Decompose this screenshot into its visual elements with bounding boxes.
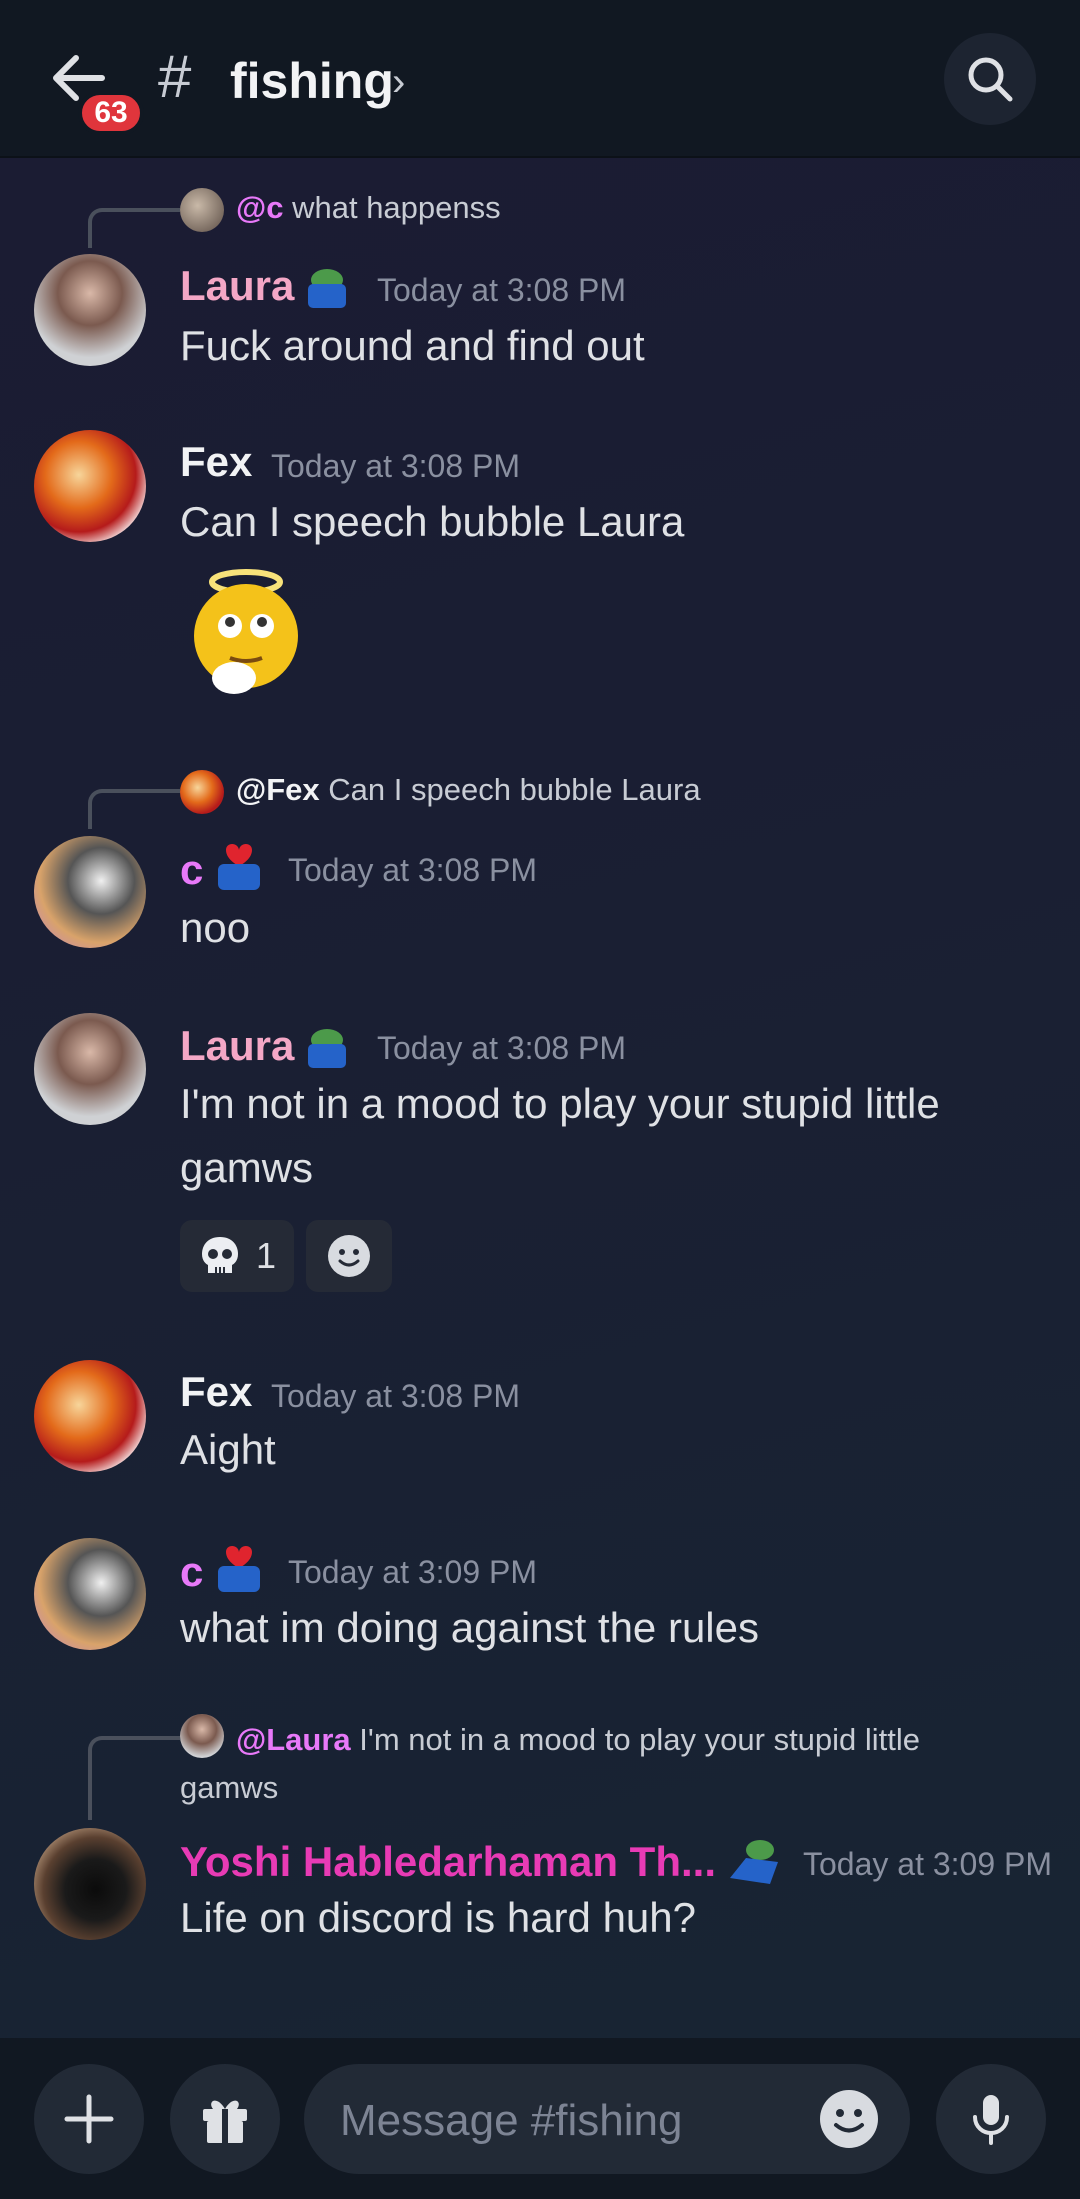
app-root: 63 # fishing › @c what happenss Laura To… bbox=[0, 0, 1080, 2199]
avatar[interactable] bbox=[34, 1538, 146, 1650]
message-text: I'm not in a mood to play your stupid li… bbox=[180, 1080, 940, 1191]
message-text: Life on discord is hard huh? bbox=[180, 1894, 696, 1941]
role-icon bbox=[308, 269, 346, 308]
angel-emoji-sticker[interactable] bbox=[186, 560, 306, 700]
message-text: Can I speech bubble Laura bbox=[180, 498, 685, 545]
search-icon bbox=[968, 57, 1013, 102]
reply-connector bbox=[88, 208, 180, 248]
gift-button[interactable] bbox=[170, 2064, 280, 2174]
avatar[interactable] bbox=[34, 254, 146, 366]
message-text: noo bbox=[180, 904, 251, 951]
username[interactable]: Fex bbox=[180, 438, 252, 486]
message-placeholder: Message #fishing bbox=[340, 2096, 683, 2145]
message-input[interactable]: Message #fishing bbox=[304, 2064, 910, 2174]
search-button[interactable] bbox=[944, 33, 1036, 125]
timestamp: Today at 3:09 PM bbox=[288, 1554, 538, 1590]
reply-connector bbox=[88, 789, 180, 829]
role-icon bbox=[730, 1840, 778, 1884]
role-icon bbox=[218, 1546, 260, 1592]
add-attachment-button[interactable] bbox=[34, 2064, 144, 2174]
channel-header: 63 # fishing › bbox=[0, 0, 1080, 158]
chevron-right-icon[interactable]: › bbox=[392, 60, 405, 105]
reply-preview[interactable]: @Laura I'm not in a mood to play your st… bbox=[180, 1716, 1000, 1812]
role-icon bbox=[218, 844, 260, 890]
username[interactable]: c bbox=[180, 846, 203, 894]
timestamp: Today at 3:08 PM bbox=[377, 272, 627, 308]
avatar[interactable] bbox=[34, 1360, 146, 1472]
reply-avatar bbox=[180, 188, 224, 232]
emoji-picker-icon[interactable] bbox=[818, 2088, 880, 2150]
gift-icon bbox=[203, 2100, 247, 2143]
timestamp: Today at 3:09 PM bbox=[803, 1846, 1053, 1882]
username[interactable]: Yoshi Habledarhaman Th... bbox=[180, 1838, 716, 1886]
hash-icon: # bbox=[158, 43, 192, 110]
avatar[interactable] bbox=[34, 836, 146, 948]
timestamp: Today at 3:08 PM bbox=[288, 852, 538, 888]
reply-connector bbox=[88, 1736, 180, 1820]
username[interactable]: Laura bbox=[180, 262, 294, 310]
username[interactable]: Fex bbox=[180, 1368, 252, 1416]
add-reaction-button[interactable] bbox=[306, 1220, 393, 1292]
role-icon bbox=[308, 1029, 346, 1068]
reaction-count: 1 bbox=[256, 1235, 277, 1276]
avatar[interactable] bbox=[34, 1013, 146, 1125]
reply-preview[interactable]: @Fex Can I speech bubble Laura bbox=[236, 772, 701, 808]
reply-avatar bbox=[180, 770, 224, 814]
reply-preview[interactable]: @c what happenss bbox=[236, 190, 501, 226]
timestamp: Today at 3:08 PM bbox=[271, 1378, 521, 1414]
username[interactable]: Laura bbox=[180, 1022, 294, 1070]
message-text: what im doing against the rules bbox=[180, 1604, 759, 1651]
plus-icon bbox=[64, 2094, 114, 2144]
timestamp: Today at 3:08 PM bbox=[271, 448, 521, 484]
voice-message-button[interactable] bbox=[936, 2064, 1046, 2174]
channel-title[interactable]: fishing bbox=[230, 52, 394, 110]
reaction-skull[interactable]: 1 bbox=[180, 1220, 295, 1292]
timestamp: Today at 3:08 PM bbox=[377, 1030, 627, 1066]
avatar[interactable] bbox=[34, 1828, 146, 1940]
reaction-bar: 1 bbox=[180, 1220, 393, 1292]
unread-badge: 63 bbox=[78, 91, 144, 135]
skull-icon bbox=[202, 1237, 238, 1273]
message-text: Aight bbox=[180, 1426, 276, 1473]
smiley-icon bbox=[328, 1235, 371, 1277]
username[interactable]: c bbox=[180, 1548, 203, 1596]
message-composer: Message #fishing bbox=[0, 2038, 1080, 2199]
microphone-icon bbox=[973, 2095, 1009, 2145]
avatar[interactable] bbox=[34, 430, 146, 542]
message-text: Fuck around and find out bbox=[180, 322, 645, 369]
